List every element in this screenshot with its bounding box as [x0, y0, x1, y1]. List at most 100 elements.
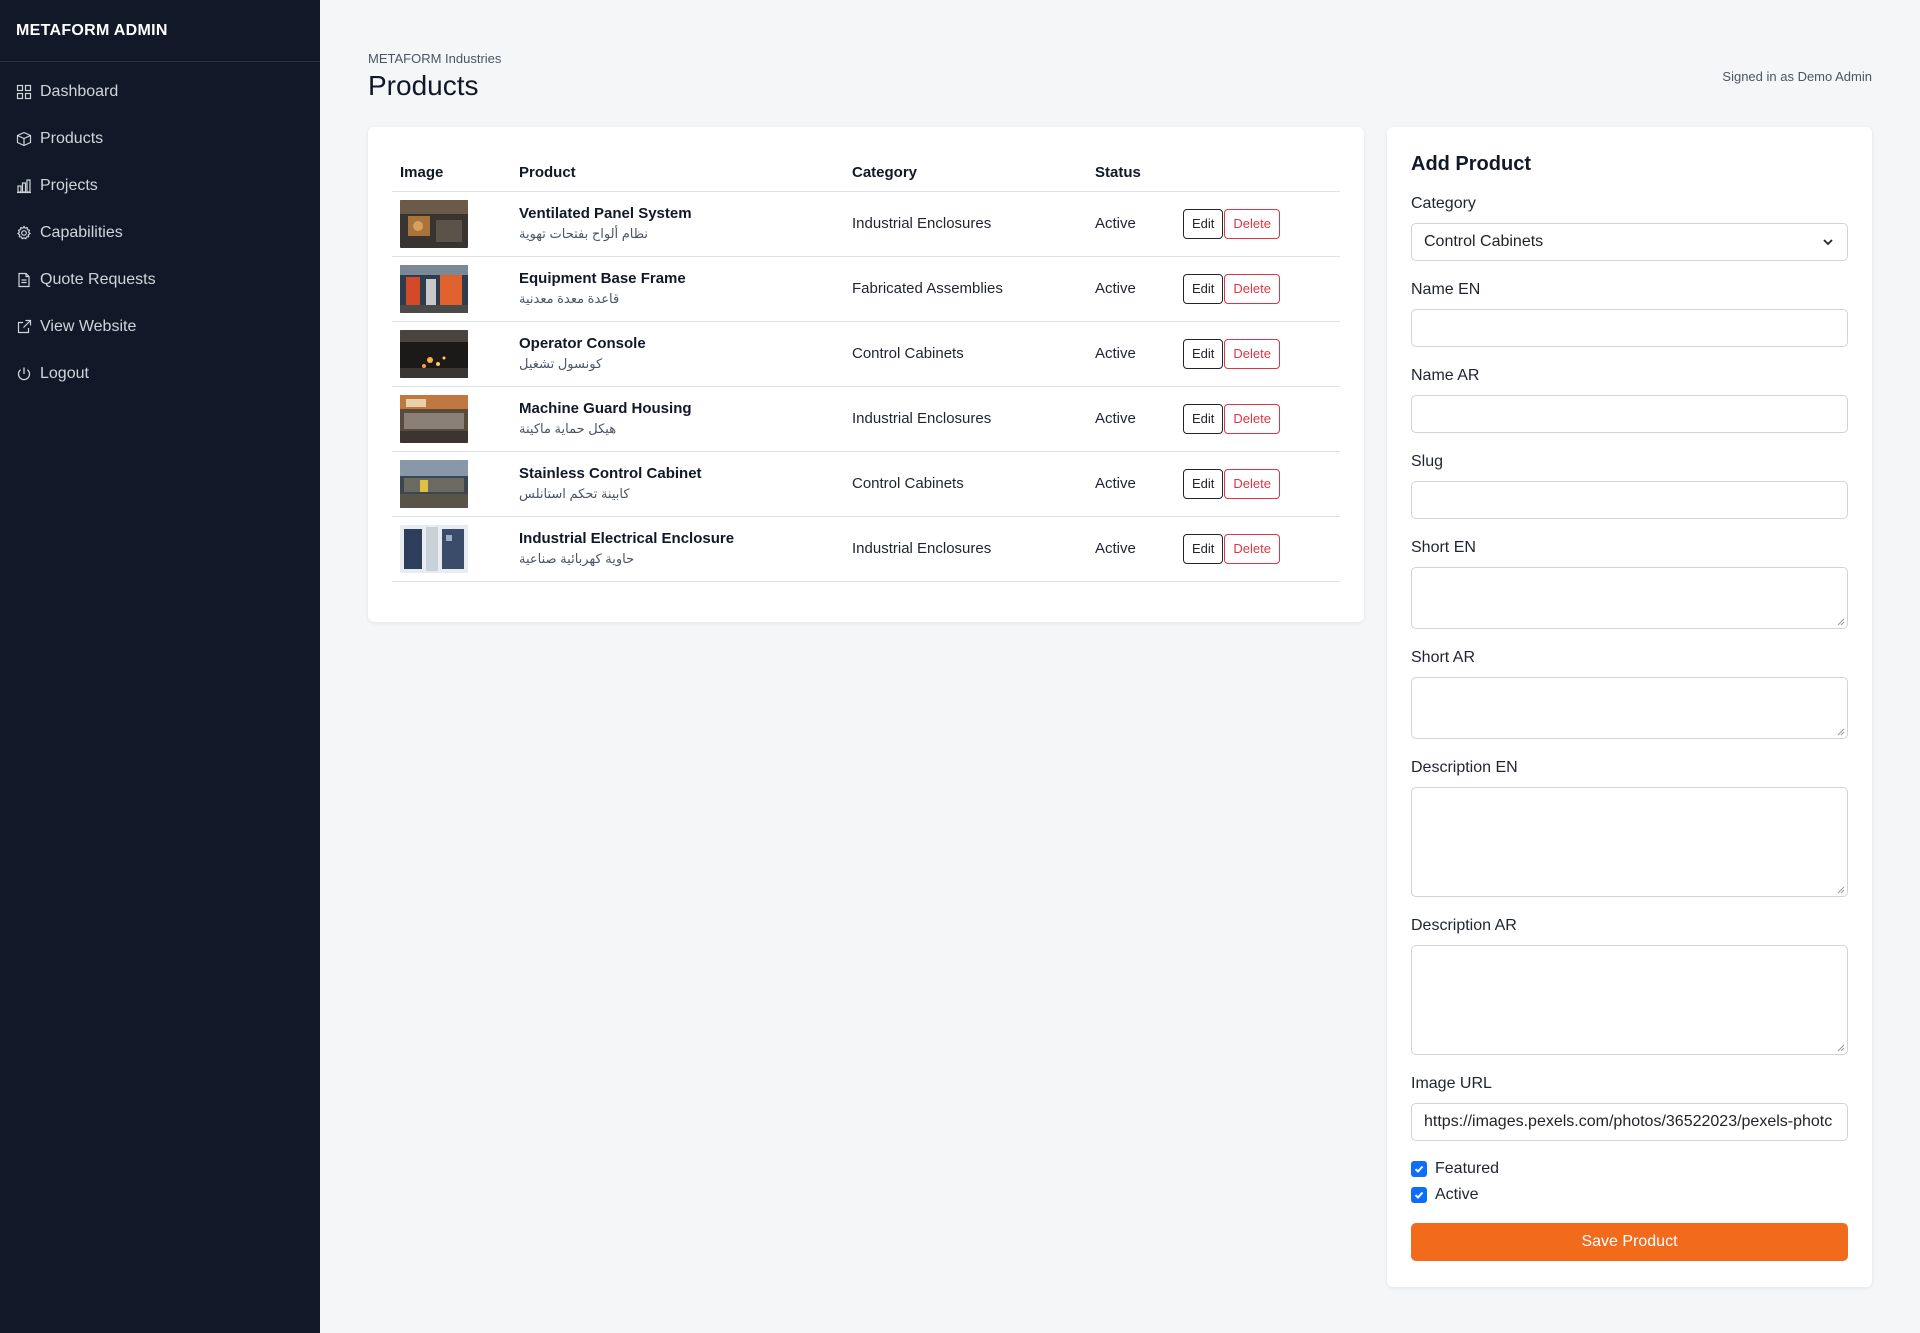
featured-label: Featured	[1435, 1160, 1500, 1177]
product-name-ar: كونسول تشغيل	[519, 356, 603, 371]
slug-input[interactable]	[1411, 481, 1848, 519]
delete-button[interactable]: Delete	[1224, 273, 1280, 304]
product-status: Active	[1087, 451, 1175, 517]
main-content: METAFORM Industries Products Signed in a…	[320, 0, 1920, 1333]
sidebar: METAFORM ADMIN Dashboard Products Projec…	[0, 0, 320, 1333]
product-thumbnail	[400, 394, 468, 443]
short-ar-textarea[interactable]	[1411, 677, 1848, 739]
short-en-textarea[interactable]	[1411, 567, 1848, 629]
product-status: Active	[1087, 191, 1175, 257]
product-thumbnail	[400, 329, 468, 378]
document-icon	[18, 272, 30, 287]
resize-handle-icon[interactable]	[1837, 886, 1845, 894]
sidebar-item-label: Projects	[40, 176, 98, 194]
image-url-label: Image URL	[1411, 1075, 1492, 1092]
grid-icon	[16, 84, 32, 99]
table-row: Ventilated Panel System نظام ألواح بفتحا…	[392, 191, 1340, 257]
delete-button[interactable]: Delete	[1224, 403, 1280, 434]
edit-button[interactable]: Edit	[1183, 338, 1224, 369]
product-name-ar: كابينة تحكم استانلس	[519, 486, 630, 501]
product-thumbnail	[400, 524, 468, 573]
description-en-label: Description EN	[1411, 759, 1518, 776]
column-header-image: Image	[392, 155, 511, 192]
product-name: Machine Guard Housing	[519, 400, 692, 417]
name-en-label: Name EN	[1411, 281, 1481, 298]
sidebar-item-products[interactable]: Products	[0, 115, 320, 162]
products-table-card: Image Product Category Status Ventilated…	[368, 127, 1364, 622]
product-thumbnail	[400, 199, 468, 248]
box-icon	[16, 131, 32, 146]
delete-button[interactable]: Delete	[1224, 338, 1280, 369]
sidebar-item-label: Logout	[40, 364, 89, 382]
resize-handle-icon[interactable]	[1837, 728, 1845, 736]
product-name-ar: هيكل حماية ماكينة	[519, 421, 617, 436]
product-name: Ventilated Panel System	[519, 205, 692, 222]
column-header-product: Product	[511, 155, 844, 192]
product-name-ar: حاوية كهربائية صناعية	[519, 551, 635, 566]
sidebar-item-label: View Website	[40, 317, 137, 335]
product-thumbnail	[400, 459, 468, 508]
category-label: Category	[1411, 195, 1476, 212]
featured-checkbox-row[interactable]: Featured	[1411, 1160, 1499, 1178]
edit-button[interactable]: Edit	[1183, 273, 1224, 304]
sidebar-item-quote-requests[interactable]: Quote Requests	[0, 256, 320, 303]
image-url-value: https://images.pexels.com/photos/3652202…	[1424, 1113, 1833, 1130]
name-ar-label: Name AR	[1411, 367, 1480, 384]
name-en-input[interactable]	[1411, 309, 1848, 347]
edit-button[interactable]: Edit	[1183, 468, 1224, 499]
table-header-row: Image Product Category Status	[392, 155, 1340, 192]
delete-button[interactable]: Delete	[1224, 533, 1280, 564]
sidebar-nav: Dashboard Products Projects Capabilities…	[0, 62, 320, 397]
product-category: Control Cabinets	[844, 451, 1087, 517]
product-category: Fabricated Assemblies	[844, 256, 1087, 322]
sidebar-item-dashboard[interactable]: Dashboard	[0, 68, 320, 115]
save-product-button[interactable]: Save Product	[1411, 1223, 1848, 1261]
column-header-status: Status	[1087, 155, 1175, 192]
sidebar-item-label: Capabilities	[40, 223, 123, 241]
description-en-textarea[interactable]	[1411, 787, 1848, 897]
product-name: Equipment Base Frame	[519, 270, 686, 287]
gear-icon	[17, 224, 31, 240]
description-ar-textarea[interactable]	[1411, 945, 1848, 1055]
active-checkbox[interactable]	[1411, 1187, 1427, 1203]
add-product-form: Add Product Category Control Cabinets Na…	[1387, 127, 1872, 1287]
sidebar-item-view-website[interactable]: View Website	[0, 303, 320, 350]
bar-chart-icon	[17, 178, 31, 193]
description-ar-label: Description AR	[1411, 917, 1517, 934]
sidebar-item-capabilities[interactable]: Capabilities	[0, 209, 320, 256]
organization-name: METAFORM Industries	[368, 51, 502, 66]
product-status: Active	[1087, 386, 1175, 452]
sidebar-item-logout[interactable]: Logout	[0, 350, 320, 397]
sidebar-item-projects[interactable]: Projects	[0, 162, 320, 209]
power-icon	[17, 367, 31, 380]
table-row: Machine Guard Housing هيكل حماية ماكينة …	[392, 386, 1340, 452]
table-row: Stainless Control Cabinet كابينة تحكم اس…	[392, 451, 1340, 517]
resize-handle-icon[interactable]	[1837, 1044, 1845, 1052]
image-url-input[interactable]: https://images.pexels.com/photos/3652202…	[1411, 1103, 1848, 1141]
edit-button[interactable]: Edit	[1183, 208, 1224, 239]
delete-button[interactable]: Delete	[1224, 208, 1280, 239]
column-header-category: Category	[844, 155, 1087, 192]
edit-button[interactable]: Edit	[1183, 533, 1224, 564]
product-category: Industrial Enclosures	[844, 191, 1087, 257]
short-ar-label: Short AR	[1411, 649, 1476, 666]
short-en-label: Short EN	[1411, 539, 1476, 556]
category-select[interactable]: Control Cabinets	[1411, 223, 1848, 261]
name-ar-input[interactable]	[1411, 395, 1848, 433]
column-header-actions	[1175, 155, 1340, 192]
delete-button[interactable]: Delete	[1224, 468, 1280, 499]
table-row: Equipment Base Frame قاعدة معدة معدنية F…	[392, 256, 1340, 322]
page-title: Products	[368, 70, 479, 101]
product-name: Operator Console	[519, 335, 646, 352]
products-table: Image Product Category Status Ventilated…	[392, 155, 1340, 582]
edit-button[interactable]: Edit	[1183, 403, 1224, 434]
checkmark-icon	[1414, 1191, 1424, 1199]
active-checkbox-row[interactable]: Active	[1411, 1186, 1479, 1204]
featured-checkbox[interactable]	[1411, 1161, 1427, 1177]
chevron-down-icon	[1823, 239, 1833, 246]
product-name: Stainless Control Cabinet	[519, 465, 702, 482]
resize-handle-icon[interactable]	[1837, 618, 1845, 626]
product-category: Control Cabinets	[844, 321, 1087, 387]
external-link-icon	[17, 319, 32, 333]
brand-logo: METAFORM ADMIN	[0, 0, 320, 62]
